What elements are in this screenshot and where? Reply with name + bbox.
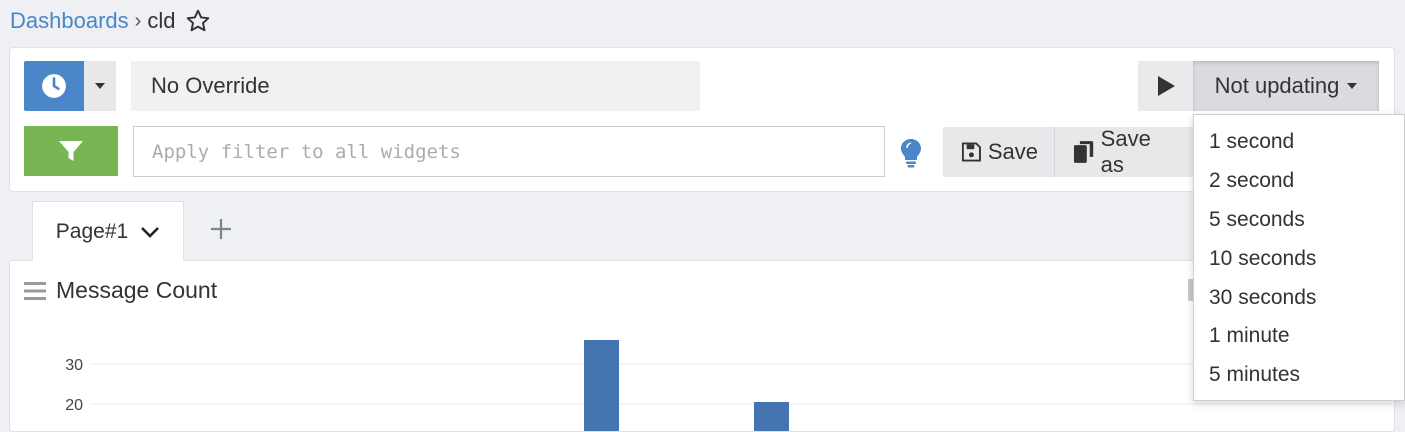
tab-label: Page#1 [55, 219, 129, 243]
chevron-down-icon[interactable] [140, 225, 160, 239]
tab-page-1[interactable]: Page#1 [32, 201, 184, 261]
bar [584, 340, 619, 431]
widget-panel: Message Count 30 20 [9, 260, 1395, 432]
save-button[interactable]: Save [943, 127, 1055, 177]
save-as-button-label: Save as [1100, 126, 1151, 177]
refresh-option[interactable]: 1 minute [1194, 317, 1404, 356]
funnel-icon [59, 141, 83, 161]
refresh-option[interactable]: 1 second [1194, 123, 1404, 162]
refresh-option[interactable]: 5 seconds [1194, 201, 1404, 240]
refresh-option[interactable]: 10 seconds [1194, 239, 1404, 278]
filter-button[interactable] [24, 126, 118, 176]
time-override-field[interactable]: No Override [131, 61, 700, 111]
breadcrumb-separator: › [134, 9, 142, 32]
refresh-option[interactable]: 5 minutes [1194, 356, 1404, 395]
play-icon [1157, 76, 1175, 96]
breadcrumb-current: cld [147, 8, 176, 33]
dashboard-toolbar: No Override Not updating Save [9, 47, 1395, 192]
y-tick-label: 30 [65, 357, 83, 374]
play-button[interactable] [1138, 61, 1193, 111]
time-override-value: No Override [151, 73, 270, 98]
add-tab-icon[interactable] [206, 214, 236, 244]
refresh-interval-label: Not updating [1214, 73, 1340, 98]
time-range-dropdown-toggle[interactable] [84, 61, 116, 111]
save-button-label: Save [987, 139, 1038, 164]
chevron-down-icon [1347, 83, 1358, 89]
time-range-button[interactable] [24, 61, 84, 111]
lightbulb-icon[interactable] [900, 138, 922, 168]
refresh-option[interactable]: 2 second [1194, 162, 1404, 201]
save-as-button[interactable]: Save as [1055, 126, 1195, 177]
message-count-chart: 30 20 [65, 340, 1390, 431]
y-tick-label: 20 [65, 397, 83, 414]
chevron-down-icon [95, 83, 105, 89]
copy-icon [1073, 141, 1094, 163]
refresh-option[interactable]: 30 seconds [1194, 278, 1404, 317]
clock-icon [42, 74, 66, 98]
floppy-icon [961, 142, 981, 162]
save-button-group: Save Save as [943, 126, 1195, 177]
refresh-interval-button[interactable]: Not updating [1193, 61, 1379, 111]
star-icon[interactable] [185, 8, 211, 34]
breadcrumb-dashboards-link[interactable]: Dashboards [10, 8, 129, 34]
global-filter-input[interactable] [133, 126, 885, 177]
refresh-interval-menu: 1 second 2 second 5 seconds 10 seconds 3… [1193, 114, 1405, 401]
breadcrumb: Dashboards › cld [10, 8, 211, 34]
